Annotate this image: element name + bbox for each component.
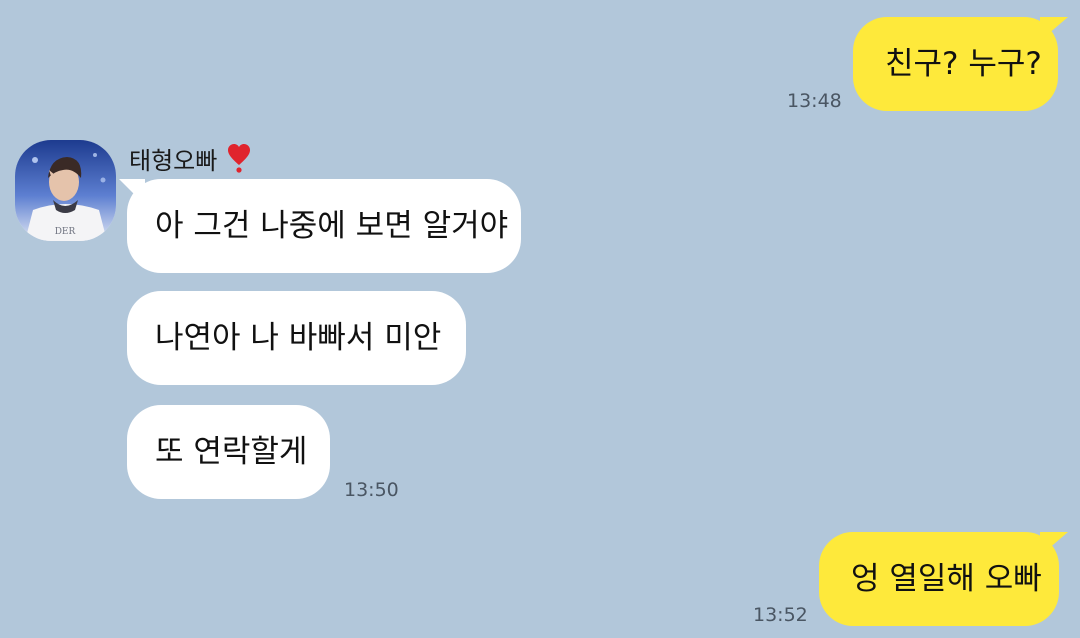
message-timestamp: 13:52 bbox=[753, 604, 808, 626]
message-text: 나연아 나 바빠서 미안 bbox=[155, 319, 442, 356]
message-bubble-sent[interactable]: 친구? 누구? bbox=[853, 17, 1058, 111]
message-bubble-received[interactable]: 아 그건 나중에 보면 알거야 bbox=[127, 179, 521, 273]
sender-name: 태형오빠 bbox=[129, 141, 251, 176]
message-timestamp: 13:48 bbox=[787, 90, 842, 112]
message-text: 친구? 누구? bbox=[885, 45, 1042, 82]
svg-text:DER: DER bbox=[55, 227, 76, 237]
message-timestamp: 13:50 bbox=[344, 479, 399, 501]
sender-name-text: 태형오빠 bbox=[129, 147, 218, 175]
profile-photo-avatar: DER bbox=[15, 140, 116, 241]
red-heart-exclamation-icon bbox=[227, 144, 250, 173]
message-text: 또 연락할게 bbox=[155, 433, 308, 470]
avatar[interactable]: DER bbox=[15, 140, 116, 241]
message-text: 엉 열일해 오빠 bbox=[851, 560, 1042, 597]
message-bubble-received[interactable]: 또 연락할게 bbox=[127, 405, 330, 499]
message-bubble-received[interactable]: 나연아 나 바빠서 미안 bbox=[127, 291, 466, 385]
message-bubble-sent[interactable]: 엉 열일해 오빠 bbox=[819, 532, 1059, 626]
message-text: 아 그건 나중에 보면 알거야 bbox=[155, 207, 509, 244]
